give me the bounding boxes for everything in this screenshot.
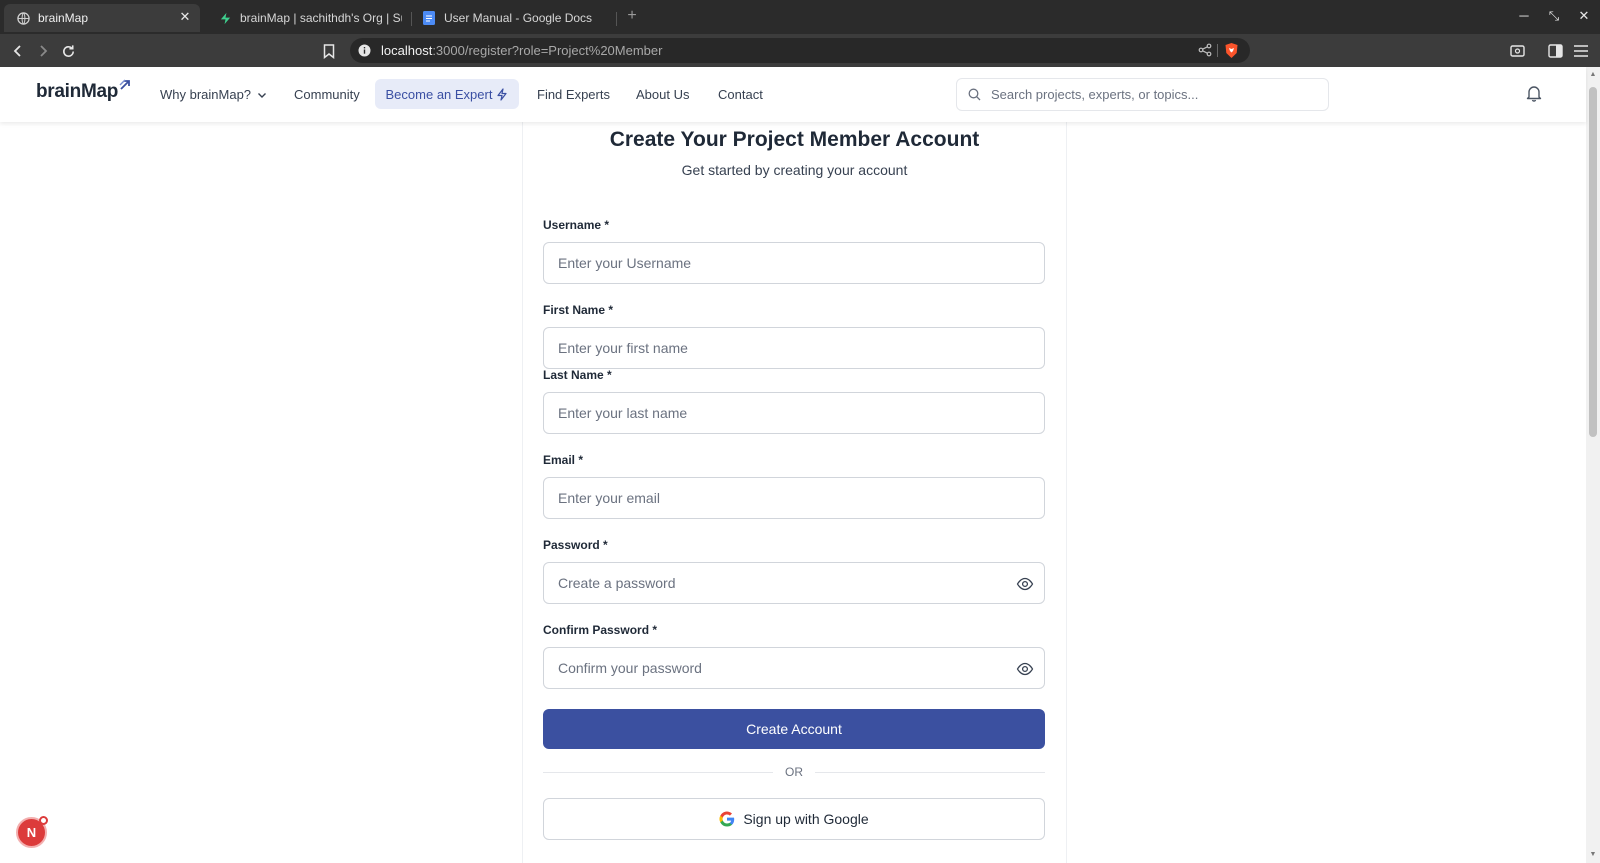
back-icon[interactable]	[9, 42, 27, 60]
confirm-password-input[interactable]	[544, 648, 1044, 688]
nav-community[interactable]: Community	[294, 67, 360, 122]
nav-become-expert[interactable]: Become an Expert	[375, 79, 519, 109]
menu-icon[interactable]	[1572, 42, 1590, 60]
page-content: Create Your Project Member Account Get s…	[0, 116, 1586, 863]
first-name-field	[543, 327, 1045, 369]
address-bar[interactable]: localhost:3000/register?role=Project%20M…	[350, 38, 1250, 63]
url-path: :3000/register?role=Project%20Member	[432, 43, 663, 58]
email-field	[543, 477, 1045, 519]
nav-find-experts-label: Find Experts	[537, 87, 610, 102]
site-logo[interactable]: brainMap	[36, 79, 131, 103]
password-label: Password *	[543, 538, 608, 552]
confirm-password-field	[543, 647, 1045, 689]
last-name-input[interactable]	[544, 393, 1044, 433]
username-input[interactable]	[544, 243, 1044, 283]
search-box[interactable]	[956, 78, 1329, 111]
nav-about-label: About Us	[636, 87, 690, 102]
page-subtitle: Get started by creating your account	[681, 162, 908, 178]
browser-tab-brainmap[interactable]: brainMap ✕	[4, 4, 200, 32]
badge-indicator	[39, 816, 48, 825]
bookmark-icon[interactable]	[320, 42, 338, 60]
browser-tab-supabase[interactable]: brainMap | sachithdh's Org | Su	[206, 4, 402, 32]
eye-icon[interactable]	[1016, 660, 1034, 678]
tab-title: brainMap	[38, 11, 89, 25]
site-info-icon[interactable]	[358, 44, 371, 57]
google-signup-button[interactable]: Sign up with Google	[543, 798, 1045, 840]
logo-text: brainMap	[36, 81, 119, 102]
browser-tab-strip: brainMap ✕ brainMap | sachithdh's Org | …	[0, 0, 1600, 34]
bell-icon[interactable]	[1525, 84, 1545, 104]
forward-icon[interactable]	[34, 42, 52, 60]
tab-title: User Manual - Google Docs	[444, 11, 593, 25]
lightning-icon	[497, 87, 508, 101]
brave-shield-icon[interactable]	[1224, 42, 1239, 59]
globe-icon	[16, 11, 30, 25]
divider-line	[815, 772, 1045, 773]
browser-toolbar: localhost:3000/register?role=Project%20M…	[0, 34, 1600, 67]
nav-about-us[interactable]: About Us	[636, 67, 689, 122]
last-name-label: Last Name *	[543, 368, 612, 382]
tab-separator	[616, 12, 617, 26]
create-account-button[interactable]: Create Account	[543, 709, 1045, 749]
site-header: brainMap Why brainMap? Community Become …	[0, 67, 1586, 122]
email-input[interactable]	[544, 478, 1044, 518]
page-title: Create Your Project Member Account	[609, 128, 980, 151]
new-tab-icon[interactable]: +	[624, 8, 640, 24]
nav-contact[interactable]: Contact	[718, 67, 763, 122]
tab-title: brainMap | sachithdh's Org | Su	[240, 11, 402, 25]
first-name-input[interactable]	[544, 328, 1044, 368]
password-field	[543, 562, 1045, 604]
window-close-icon[interactable]: ✕	[1576, 8, 1592, 24]
nav-why-label: Why brainMap?	[160, 87, 252, 102]
page-scrollbar[interactable]: ▲ ▼	[1586, 67, 1600, 863]
nav-contact-label: Contact	[718, 87, 763, 102]
first-name-label: First Name *	[543, 303, 614, 317]
password-input[interactable]	[544, 563, 1044, 603]
nav-become-expert-label: Become an Expert	[385, 86, 493, 102]
scrollbar-thumb[interactable]	[1589, 87, 1597, 437]
register-card: Create Your Project Member Account Get s…	[522, 116, 1067, 863]
username-label: Username *	[543, 218, 610, 232]
last-name-field	[543, 392, 1045, 434]
supabase-icon	[218, 11, 232, 25]
nav-why-brainmap[interactable]: Why brainMap?	[160, 67, 267, 122]
logo-arrow-icon	[119, 79, 130, 90]
restore-icon[interactable]: ⤡	[1546, 8, 1562, 24]
search-input[interactable]	[991, 87, 1311, 102]
dev-badge-letter: N	[26, 825, 37, 840]
url-host: localhost	[381, 43, 433, 58]
chevron-down-icon	[258, 92, 267, 98]
or-divider: OR	[543, 764, 1045, 780]
confirm-password-label: Confirm Password *	[543, 623, 658, 637]
url-separator	[1217, 44, 1218, 57]
share-icon[interactable]	[1198, 43, 1212, 57]
email-label: Email *	[543, 453, 584, 467]
scroll-down-icon[interactable]: ▼	[1589, 851, 1597, 859]
google-signup-label: Sign up with Google	[743, 811, 869, 827]
reload-icon[interactable]	[59, 42, 77, 60]
minimize-icon[interactable]: ─	[1516, 8, 1532, 24]
scroll-up-icon[interactable]: ▲	[1589, 71, 1597, 79]
sidebar-toggle-icon[interactable]	[1546, 42, 1564, 60]
search-icon	[968, 88, 981, 101]
eye-icon[interactable]	[1016, 575, 1034, 593]
screenshot-icon[interactable]	[1508, 42, 1526, 60]
nextjs-dev-badge[interactable]: N	[16, 816, 48, 848]
close-icon[interactable]: ✕	[178, 10, 192, 24]
nav-find-experts[interactable]: Find Experts	[537, 67, 610, 122]
docs-icon	[422, 11, 436, 25]
google-icon	[719, 811, 735, 827]
username-field	[543, 242, 1045, 284]
browser-tab-docs[interactable]: User Manual - Google Docs	[410, 4, 610, 32]
nav-community-label: Community	[294, 87, 360, 102]
